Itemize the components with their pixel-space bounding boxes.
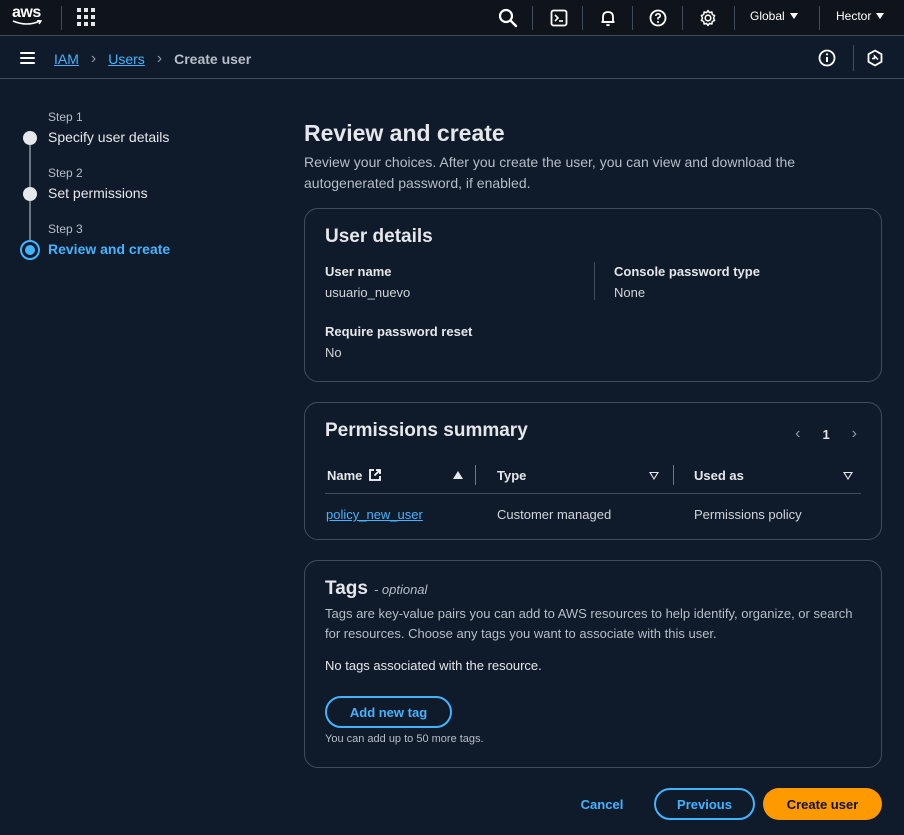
column-divider bbox=[594, 262, 595, 300]
account-menu[interactable]: Hector bbox=[836, 9, 885, 23]
user-name-value: usuario_nuevo bbox=[325, 285, 411, 300]
search-icon[interactable] bbox=[497, 7, 519, 29]
nav-divider bbox=[632, 6, 633, 30]
policy-used-as: Permissions policy bbox=[694, 507, 802, 522]
tags-description: Tags are key-value pairs you can add to … bbox=[325, 606, 853, 641]
nav-divider bbox=[734, 6, 735, 30]
create-user-button[interactable]: Create user bbox=[763, 788, 882, 820]
step-label: Specify user details bbox=[48, 129, 170, 145]
sort-icon bbox=[843, 472, 853, 480]
previous-label: Previous bbox=[677, 796, 732, 812]
column-header-label: Name bbox=[327, 467, 363, 483]
tags-limit-hint: You can add up to 50 more tags. bbox=[325, 733, 484, 745]
step-dot-icon bbox=[23, 187, 37, 201]
aws-logo-text: aws bbox=[12, 4, 41, 21]
create-user-label: Create user bbox=[786, 796, 859, 812]
caret-down-icon bbox=[789, 13, 798, 19]
wizard-step-3: Step 3 Review and create bbox=[20, 222, 270, 278]
column-header-label: Used as bbox=[694, 467, 744, 483]
sort-ascending-icon bbox=[453, 471, 463, 479]
cancel-button[interactable]: Cancel bbox=[568, 788, 636, 820]
wizard-step-1[interactable]: Step 1 Specify user details bbox=[20, 110, 270, 187]
page-header: Review and create Review your choices. A… bbox=[304, 118, 882, 194]
column-header-name[interactable]: Name bbox=[327, 465, 463, 485]
feedback-icon[interactable] bbox=[866, 49, 884, 67]
breadcrumb: IAM › Users › Create user bbox=[54, 50, 251, 68]
account-name: Hector bbox=[836, 9, 872, 23]
tags-title: Tags bbox=[325, 578, 368, 599]
user-details-card: User details User name usuario_nuevo Con… bbox=[304, 208, 882, 382]
chevron-right-icon: › bbox=[156, 50, 163, 67]
step-label: Set permissions bbox=[48, 185, 148, 201]
permissions-summary-title: Permissions summary bbox=[325, 420, 528, 441]
sort-icon bbox=[649, 472, 659, 480]
caret-down-icon bbox=[876, 13, 885, 19]
tags-header: Tags - optional bbox=[325, 578, 427, 600]
column-header-type[interactable]: Type bbox=[497, 465, 659, 485]
password-reset-field: Require password reset No bbox=[325, 324, 472, 360]
region-label: Global bbox=[750, 9, 785, 23]
policy-link[interactable]: policy_new_user bbox=[326, 507, 423, 522]
console-password-label: Console password type bbox=[614, 264, 760, 279]
cancel-label: Cancel bbox=[580, 796, 624, 812]
console-password-value: None bbox=[614, 285, 646, 300]
cloudshell-icon[interactable] bbox=[548, 7, 570, 29]
step-label-active: Review and create bbox=[48, 241, 171, 257]
table-header-divider bbox=[325, 493, 861, 494]
pagination: ‹ 1 › bbox=[795, 425, 857, 443]
bell-icon[interactable] bbox=[597, 7, 619, 29]
user-name-field: User name usuario_nuevo bbox=[325, 264, 410, 300]
help-icon[interactable] bbox=[647, 7, 669, 29]
nav-divider bbox=[853, 45, 854, 71]
column-header-used-as[interactable]: Used as bbox=[694, 465, 853, 485]
add-new-tag-button[interactable]: Add new tag bbox=[325, 696, 452, 728]
apps-grid-icon[interactable] bbox=[77, 8, 95, 26]
console-password-field: Console password type None bbox=[614, 264, 760, 300]
user-name-label: User name bbox=[325, 264, 392, 279]
nav-divider bbox=[532, 6, 533, 30]
breadcrumb-users[interactable]: Users bbox=[108, 51, 145, 67]
chevron-left-icon[interactable]: ‹ bbox=[795, 425, 800, 443]
page-description: Review your choices. After you create th… bbox=[304, 154, 796, 191]
breadcrumb-bar: IAM › Users › Create user bbox=[0, 37, 904, 79]
aws-logo[interactable]: aws bbox=[12, 5, 46, 31]
step-dot-icon bbox=[23, 131, 37, 145]
user-details-title: User details bbox=[325, 226, 433, 247]
permissions-summary-card: Permissions summary ‹ 1 › Name Type Used… bbox=[304, 402, 882, 540]
breadcrumb-iam[interactable]: IAM bbox=[54, 51, 79, 67]
wizard-step-2[interactable]: Step 2 Set permissions bbox=[20, 166, 270, 243]
top-navigation: aws Global Hector bbox=[0, 0, 904, 36]
password-reset-label: Require password reset bbox=[325, 324, 473, 339]
nav-divider bbox=[61, 6, 62, 30]
menu-icon[interactable] bbox=[20, 52, 35, 64]
nav-divider bbox=[582, 6, 583, 30]
info-icon[interactable] bbox=[818, 49, 836, 67]
chevron-right-icon[interactable]: › bbox=[852, 425, 857, 443]
page-number[interactable]: 1 bbox=[822, 427, 829, 442]
nav-divider bbox=[819, 6, 820, 30]
add-new-tag-label: Add new tag bbox=[349, 704, 428, 720]
nav-divider bbox=[682, 6, 683, 30]
column-divider bbox=[673, 465, 674, 485]
step-active-dot-icon bbox=[20, 240, 40, 260]
previous-button[interactable]: Previous bbox=[654, 788, 755, 820]
page-title: Review and create bbox=[304, 120, 505, 146]
external-link-icon bbox=[369, 469, 382, 481]
policy-type: Customer managed bbox=[497, 507, 612, 522]
tags-empty-message: No tags associated with the resource. bbox=[325, 658, 542, 673]
region-selector[interactable]: Global bbox=[750, 9, 798, 23]
gear-icon[interactable] bbox=[697, 7, 719, 29]
password-reset-value: No bbox=[325, 345, 342, 360]
column-divider bbox=[475, 465, 476, 485]
step-number: Step 1 bbox=[48, 110, 83, 124]
step-number: Step 3 bbox=[48, 222, 83, 236]
tags-optional-label: - optional bbox=[373, 582, 428, 597]
chevron-right-icon: › bbox=[90, 50, 97, 67]
column-header-label: Type bbox=[497, 467, 527, 483]
wizard-steps: Step 1 Specify user details Step 2 Set p… bbox=[20, 110, 270, 278]
tags-card: Tags - optional Tags are key-value pairs… bbox=[304, 560, 882, 768]
breadcrumb-current: Create user bbox=[174, 51, 252, 67]
step-number: Step 2 bbox=[48, 166, 83, 180]
